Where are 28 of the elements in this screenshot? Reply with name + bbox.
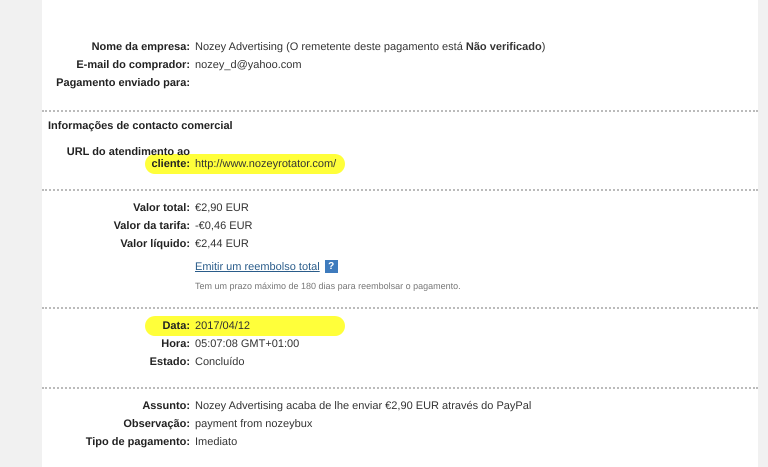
field-label: Assunto: xyxy=(142,400,190,412)
field-value: -€0,46 EUR xyxy=(195,220,252,232)
field-value: Concluído xyxy=(195,356,245,368)
refund-note: Tem um prazo máximo de 180 dias para reembolsar o pagamento. xyxy=(195,281,461,291)
field-value: €2,90 EUR xyxy=(195,202,249,214)
field-value: payment from nozeybux xyxy=(195,418,312,430)
field-value: Nozey Advertising (O remetente deste pagamento está Não verificado) xyxy=(195,40,546,52)
field-label: Nome da empresa: xyxy=(92,41,190,53)
field-value: €2,44 EUR xyxy=(195,238,249,250)
field-value: 05:07:08 GMT+01:00 xyxy=(195,338,300,350)
field-label: Hora: xyxy=(161,338,190,350)
field-value: Nozey Advertising acaba de lhe enviar €2,90 EUR através do PayPal xyxy=(195,400,532,412)
field-label: Valor líquido: xyxy=(120,238,190,250)
field-label: E-mail do comprador: xyxy=(76,59,190,71)
field-label: Valor total: xyxy=(133,202,190,214)
field-label: Data: xyxy=(162,320,190,332)
help-button[interactable]: ? xyxy=(324,260,338,273)
field-label: Estado: xyxy=(150,356,190,368)
field-value: http://www.nozeyrotator.com/ xyxy=(195,158,336,170)
field-value: 2017/04/12 xyxy=(195,320,250,332)
section-heading: Informações de contacto comercial xyxy=(48,120,234,132)
field-label: Tipo de pagamento: xyxy=(86,436,190,448)
field-label: Pagamento enviado para: xyxy=(56,77,190,89)
field-label: Observação: xyxy=(123,418,190,430)
refund-link[interactable]: Emitir um reembolso total xyxy=(195,260,320,272)
field-value: nozey_d@yahoo.com xyxy=(195,58,302,70)
field-value: Imediato xyxy=(195,436,238,448)
field-label: Valor da tarifa: xyxy=(114,220,190,232)
